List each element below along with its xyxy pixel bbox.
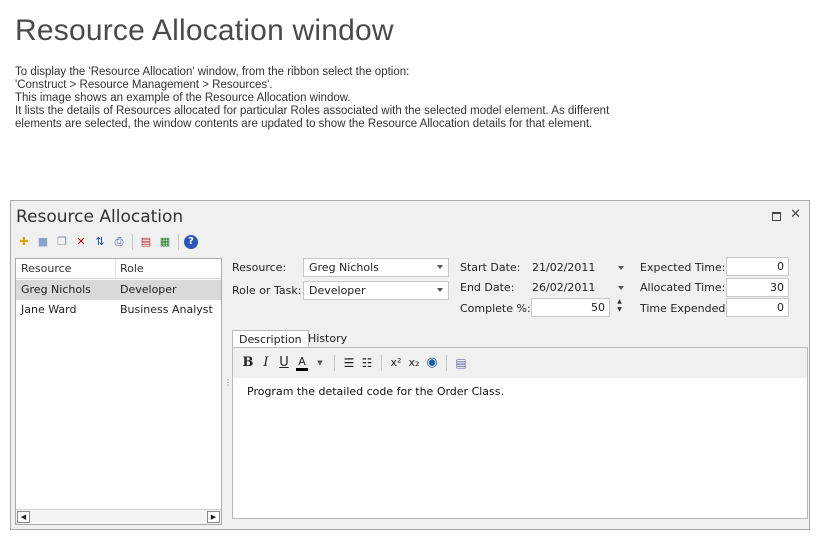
delete-icon[interactable]: ✕: [73, 234, 89, 250]
window-title: Resource Allocation: [16, 207, 184, 227]
expected-time-label: Expected Time:: [640, 261, 726, 274]
list-row[interactable]: Jane Ward Business Analyst: [16, 300, 221, 320]
chart-icon[interactable]: ▦: [157, 234, 173, 250]
bullet-list-button[interactable]: ☰: [343, 355, 355, 371]
row-resource: Jane Ward: [21, 303, 77, 316]
end-date-picker[interactable]: 26/02/2011: [530, 278, 628, 297]
toolbar-separator: [381, 355, 382, 371]
row-role: Developer: [120, 283, 177, 296]
column-header-role[interactable]: Role: [120, 262, 144, 275]
panel-splitter[interactable]: ⋮: [224, 379, 232, 395]
chevron-down-icon[interactable]: ▼: [314, 355, 326, 371]
allocated-time-label: Allocated Time:: [640, 281, 726, 294]
note-icon[interactable]: ▤: [455, 355, 467, 371]
complete-input[interactable]: 50: [531, 298, 610, 317]
resource-list: Resource Role Greg Nichols Developer Jan…: [15, 258, 222, 525]
description-editor: B I U A ▼ ☰ ☷ x² x₂ ◉ ▤ Program the deta…: [232, 347, 808, 519]
window-close-icon[interactable]: ✕: [790, 208, 801, 221]
underline-button[interactable]: U: [278, 355, 290, 371]
role-value: Developer: [309, 284, 366, 297]
list-row[interactable]: Greg Nichols Developer: [16, 280, 221, 300]
end-date-value: 26/02/2011: [532, 281, 596, 294]
role-label: Role or Task:: [232, 284, 302, 297]
new-icon[interactable]: ✚: [16, 234, 32, 250]
end-date-label: End Date:: [460, 281, 515, 294]
resource-allocation-window: Resource Allocation ✕ ✚ ■ ❐ ✕ ⇅ ⎙ ▤ ▦ ? …: [10, 200, 810, 530]
font-color-button[interactable]: A: [296, 355, 308, 371]
tab-description[interactable]: Description: [232, 330, 309, 348]
format-toolbar: B I U A ▼ ☰ ☷ x² x₂ ◉ ▤: [233, 348, 807, 378]
intro-line: It lists the details of Resources alloca…: [15, 105, 610, 117]
time-expended-label: Time Expended:: [640, 302, 730, 315]
toolbar-separator: [132, 234, 133, 250]
intro-line: To display the 'Resource Allocation' win…: [15, 66, 410, 78]
superscript-button[interactable]: x²: [390, 355, 402, 371]
window-maximize-icon[interactable]: [772, 212, 781, 221]
italic-button[interactable]: I: [260, 355, 272, 371]
time-expended-input[interactable]: 0: [726, 298, 789, 317]
scroll-left-button[interactable]: ◀: [17, 511, 30, 523]
intro-line: elements are selected, the window conten…: [15, 118, 593, 130]
tab-history[interactable]: History: [302, 330, 353, 348]
allocated-time-input[interactable]: 30: [726, 278, 789, 297]
numbered-list-button[interactable]: ☷: [361, 355, 373, 371]
description-text: Program the detailed code for the Order …: [247, 385, 505, 398]
intro-text: To display the 'Resource Allocation' win…: [15, 66, 695, 131]
start-date-value: 21/02/2011: [532, 261, 596, 274]
row-role: Business Analyst: [120, 303, 213, 316]
complete-label: Complete %:: [460, 302, 531, 315]
chevron-down-icon: [618, 266, 624, 270]
start-date-label: Start Date:: [460, 261, 521, 274]
description-text-area[interactable]: Program the detailed code for the Order …: [241, 380, 799, 514]
print-icon[interactable]: ⎙: [111, 234, 127, 250]
toolbar-separator: [446, 355, 447, 371]
page-title: Resource Allocation window: [15, 14, 394, 47]
complete-stepper[interactable]: ▲ ▼: [615, 298, 624, 317]
subscript-button[interactable]: x₂: [408, 355, 420, 371]
column-header-resource[interactable]: Resource: [21, 262, 71, 275]
copy-icon[interactable]: ❐: [54, 234, 70, 250]
toolbar-separator: [334, 355, 335, 371]
intro-line: 'Construct > Resource Management > Resou…: [15, 79, 273, 91]
save-icon[interactable]: ■: [35, 234, 51, 250]
chevron-down-icon: [437, 288, 443, 292]
chevron-down-icon: [437, 265, 443, 269]
scroll-track[interactable]: [32, 511, 202, 523]
row-resource: Greg Nichols: [21, 283, 91, 296]
help-icon[interactable]: ?: [184, 235, 198, 249]
toolbar-separator: [178, 234, 179, 250]
role-dropdown[interactable]: Developer: [303, 281, 449, 300]
intro-line: This image shows an example of the Resou…: [15, 92, 351, 104]
bold-button[interactable]: B: [242, 355, 254, 371]
scroll-right-button[interactable]: ▶: [207, 511, 220, 523]
chevron-down-icon: [618, 286, 624, 290]
expected-time-input[interactable]: 0: [726, 257, 789, 276]
window-toolbar: ✚ ■ ❐ ✕ ⇅ ⎙ ▤ ▦ ?: [16, 232, 198, 252]
horizontal-scrollbar[interactable]: ◀ ▶: [16, 509, 221, 524]
resource-dropdown[interactable]: Greg Nichols: [303, 258, 449, 277]
column-divider[interactable]: [115, 259, 116, 279]
list-header: Resource Role: [16, 259, 221, 279]
start-date-picker[interactable]: 21/02/2011: [530, 258, 628, 277]
report-icon[interactable]: ▤: [138, 234, 154, 250]
resource-value: Greg Nichols: [309, 261, 379, 274]
hyperlink-icon[interactable]: ◉: [426, 355, 438, 371]
resource-label: Resource:: [232, 261, 287, 274]
sort-icon[interactable]: ⇅: [92, 234, 108, 250]
